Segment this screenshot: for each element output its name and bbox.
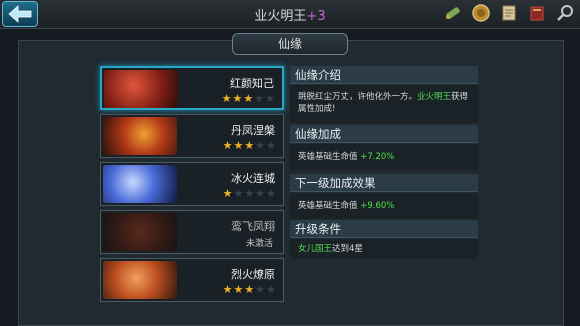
inactive-label: 未激活	[245, 239, 273, 249]
fate-card-4[interactable]: 鸾飞凤翔 未激活	[100, 210, 284, 254]
bonus-value: +7.20%	[360, 152, 395, 162]
fate-card-5[interactable]: 烈火燎原 ★★★★★	[100, 258, 284, 302]
upgrade-text: 达到4星	[332, 244, 363, 254]
book-icon[interactable]	[526, 2, 548, 24]
hero-portrait	[103, 213, 177, 251]
hero-level: +3	[306, 9, 326, 24]
panel-title: 仙缘	[232, 33, 348, 55]
star-rating: ★★★★★	[222, 283, 277, 296]
hero-portrait	[103, 117, 177, 155]
top-bar: 业火明王+3	[0, 0, 580, 29]
hero-portrait	[104, 70, 178, 108]
card-name: 鸾飞凤翔	[231, 220, 275, 233]
bonus-heading: 仙缘加成	[290, 125, 478, 143]
bonus-row: 英雄基础生命值 +7.20%	[290, 144, 478, 170]
toolbar-icons	[442, 2, 576, 24]
intro-hero: 业火明王	[417, 92, 452, 102]
next-bonus-label: 英雄基础生命值	[298, 201, 358, 211]
scroll-icon[interactable]	[442, 2, 464, 24]
medal-icon[interactable]	[470, 2, 492, 24]
upgrade-row: 女儿国王达到4星	[290, 239, 478, 259]
fate-card-2[interactable]: 丹凤涅槃 ★★★★★	[100, 114, 284, 158]
upgrade-hero: 女儿国王	[298, 244, 333, 254]
hero-portrait	[103, 261, 177, 299]
card-name: 烈火燎原	[231, 268, 275, 281]
upgrade-heading: 升级条件	[290, 220, 478, 238]
fate-card-1[interactable]: 红颜知己 ★★★★★	[100, 66, 284, 110]
intro-text: 跳脱红尘万丈，许他化外一方。业火明王获得属性加成!	[290, 85, 478, 123]
map-scroll-icon[interactable]	[498, 2, 520, 24]
next-bonus-heading: 下一级加成效果	[290, 174, 478, 192]
star-rating: ★★★★★	[222, 187, 277, 200]
intro-heading: 仙缘介绍	[290, 66, 478, 84]
hero-portrait	[103, 165, 177, 203]
card-name: 红颜知己	[230, 77, 274, 90]
fate-card-3[interactable]: 冰火连城 ★★★★★	[100, 162, 284, 206]
intro-text-before: 跳脱红尘万丈，许他化外一方。	[298, 92, 418, 102]
card-name: 丹凤涅槃	[231, 124, 275, 137]
star-rating: ★★★★★	[222, 139, 277, 152]
next-bonus-row: 英雄基础生命值 +9.60%	[290, 193, 478, 219]
bonus-label: 英雄基础生命值	[298, 152, 358, 162]
magnifier-icon[interactable]	[554, 2, 576, 24]
card-name: 冰火连城	[231, 172, 275, 185]
next-bonus-value: +9.60%	[360, 201, 395, 211]
hero-name: 业火明王	[254, 9, 307, 24]
star-rating: ★★★★★	[221, 92, 276, 105]
